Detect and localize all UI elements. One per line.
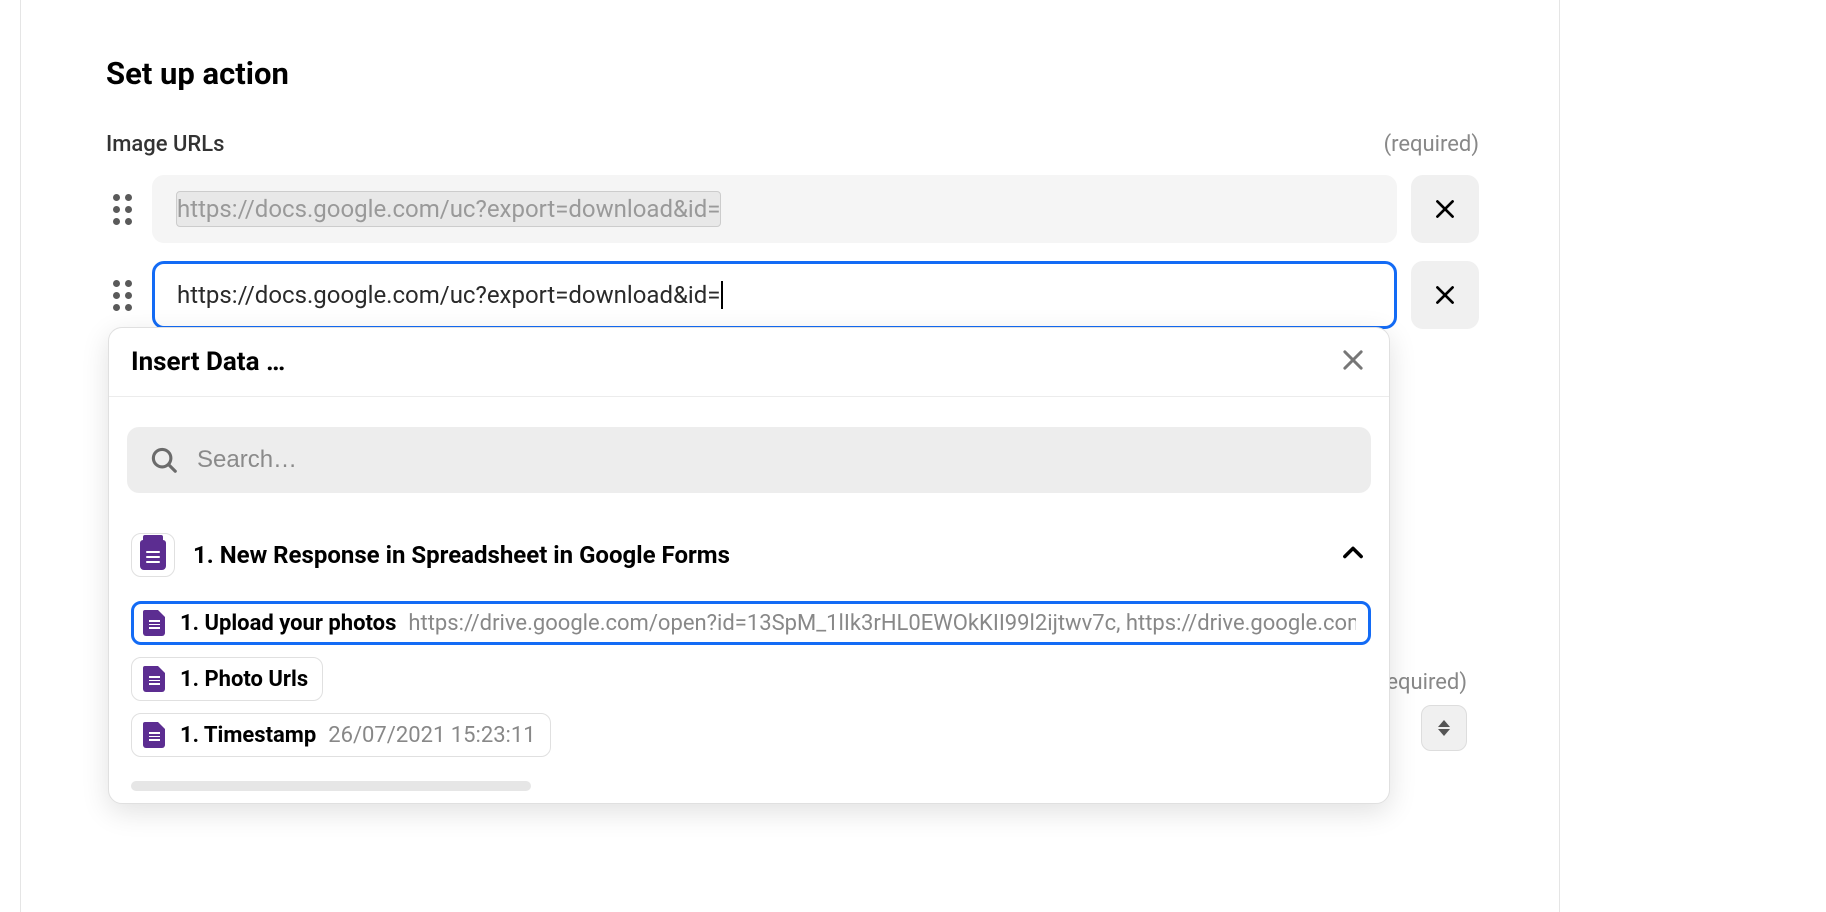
input-row-1: https://docs.google.com/uc?export=downlo… [106, 175, 1479, 243]
google-forms-icon [140, 664, 168, 694]
url-text: https://docs.google.com/uc?export=downlo… [177, 281, 720, 309]
close-icon [1432, 196, 1458, 222]
close-dropdown-button[interactable] [1339, 346, 1367, 378]
field-header: Image URLs (required) [106, 132, 1479, 157]
image-url-input-1[interactable]: https://docs.google.com/uc?export=downlo… [152, 175, 1397, 243]
input-row-2: https://docs.google.com/uc?export=downlo… [106, 261, 1479, 329]
search-input[interactable] [197, 446, 1349, 474]
data-item-timestamp[interactable]: 1. Timestamp 26/07/2021 15:23:11 [131, 713, 551, 757]
stepper-button[interactable] [1421, 705, 1467, 751]
group-title: 1. New Response in Spreadsheet in Google… [193, 541, 1321, 569]
drag-handle-icon[interactable] [106, 193, 138, 225]
data-item-label: 1. Timestamp [180, 723, 316, 748]
image-url-input-2[interactable]: https://docs.google.com/uc?export=downlo… [152, 261, 1397, 329]
dropdown-header: Insert Data … [109, 328, 1389, 397]
data-item-label: 1. Photo Urls [180, 667, 308, 692]
section-title: Set up action [106, 55, 1479, 92]
remove-input-button[interactable] [1411, 175, 1479, 243]
data-item-value: https://drive.google.com/open?id=13SpM_1… [408, 611, 1356, 636]
field-label: Image URLs [106, 132, 224, 157]
google-forms-icon [131, 533, 175, 577]
search-icon [149, 445, 179, 475]
text-cursor [721, 281, 723, 309]
caret-down-icon [1438, 729, 1450, 736]
google-forms-icon [140, 720, 168, 750]
url-token: https://docs.google.com/uc?export=downlo… [176, 191, 721, 227]
background-required-text: equired) [1386, 670, 1467, 695]
data-item-value: 26/07/2021 15:23:11 [328, 723, 535, 748]
data-group-header[interactable]: 1. New Response in Spreadsheet in Google… [127, 525, 1371, 589]
caret-up-icon [1438, 720, 1450, 727]
data-item-label: 1. Upload your photos [180, 611, 396, 636]
dropdown-title: Insert Data … [131, 347, 285, 377]
drag-handle-icon[interactable] [106, 279, 138, 311]
close-icon [1339, 346, 1367, 374]
chevron-up-icon [1339, 539, 1367, 571]
insert-data-dropdown: Insert Data … 1. New Response in Spreads… [108, 327, 1390, 804]
remove-input-button[interactable] [1411, 261, 1479, 329]
search-box[interactable] [127, 427, 1371, 493]
dropdown-body: 1. New Response in Spreadsheet in Google… [109, 397, 1389, 803]
data-item-upload-photos[interactable]: 1. Upload your photos https://drive.goog… [131, 601, 1371, 645]
required-indicator: (required) [1384, 132, 1479, 157]
close-icon [1432, 282, 1458, 308]
data-item-photo-urls[interactable]: 1. Photo Urls [131, 657, 323, 701]
horizontal-scrollbar[interactable] [131, 781, 531, 791]
data-items-list: 1. Upload your photos https://drive.goog… [127, 589, 1371, 795]
google-forms-icon [140, 608, 168, 638]
